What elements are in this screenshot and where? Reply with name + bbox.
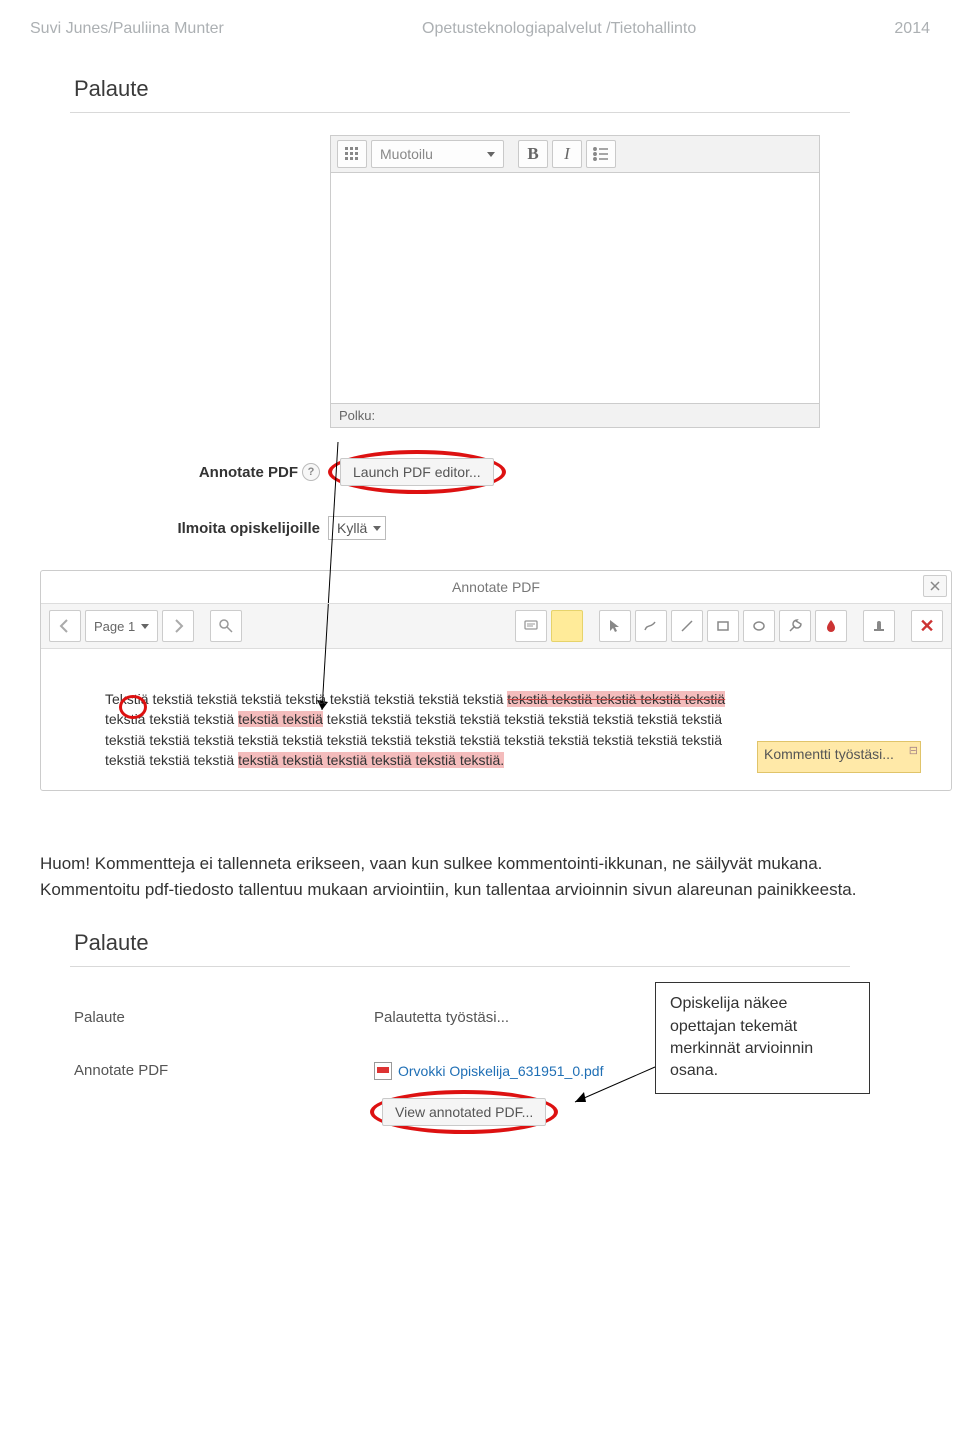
editor-toolbar: Muotoilu B I — [330, 135, 820, 172]
annotate-pdf-label: Annotate PDF — [199, 464, 298, 481]
header-center: Opetusteknologiapalvelut /Tietohallinto — [422, 20, 696, 38]
pdf-icon — [374, 1062, 392, 1080]
launch-pdf-editor-button[interactable]: Launch PDF editor... — [340, 458, 494, 486]
text-segment: tekstiä tekstiä tekstiä tekstiä tekstiä … — [327, 711, 722, 727]
prev-page-button[interactable] — [49, 610, 81, 642]
pdf-toolbar: Page 1 — [41, 604, 951, 649]
line-icon — [679, 618, 695, 634]
chevron-down-icon — [487, 152, 495, 157]
comment-tool-button[interactable] — [515, 610, 547, 642]
highlight-tool-button[interactable] — [551, 610, 583, 642]
page-label: Page 1 — [94, 619, 135, 634]
pen-icon — [643, 618, 659, 634]
page-header: Suvi Junes/Pauliina Munter Opetusteknolo… — [30, 20, 930, 38]
header-left: Suvi Junes/Pauliina Munter — [30, 20, 224, 38]
comment-annotation[interactable]: ⊟ Kommentti työstäsi... — [757, 741, 921, 773]
highlight-line-tool-button[interactable] — [779, 610, 811, 642]
grid-icon — [345, 147, 359, 161]
next-page-button[interactable] — [162, 610, 194, 642]
feedback-value: Palautetta työstäsi... — [374, 1009, 509, 1026]
delete-annotation-button[interactable]: ✕ — [911, 610, 943, 642]
header-right: 2014 — [894, 20, 930, 38]
comment-close-icon[interactable]: ⊟ — [909, 744, 918, 757]
feedback-panel: Palaute Muotoilu B I — [70, 68, 850, 540]
format-dropdown[interactable]: Muotoilu — [371, 140, 504, 168]
chevron-left-icon — [57, 618, 73, 634]
select-tool-button[interactable] — [599, 610, 631, 642]
wrench-icon — [787, 618, 803, 634]
bold-button[interactable]: B — [518, 140, 548, 168]
annotation-highlight-oval-2: View annotated PDF... — [370, 1090, 558, 1134]
notify-value: Kyllä — [337, 520, 367, 536]
page-select[interactable]: Page 1 — [85, 610, 158, 642]
format-label: Muotoilu — [380, 146, 433, 162]
drop-icon — [823, 618, 839, 634]
chevron-right-icon — [170, 618, 186, 634]
pen-tool-button[interactable] — [635, 610, 667, 642]
view-annotated-pdf-button[interactable]: View annotated PDF... — [382, 1098, 546, 1126]
annotation-circle — [119, 695, 147, 719]
x-icon: ✕ — [919, 616, 934, 637]
annotate-pdf-window: Annotate PDF Page 1 — [40, 570, 952, 791]
callout-arrow — [570, 1062, 660, 1112]
rectangle-icon — [715, 618, 731, 634]
comment-text: Kommentti työstäsi... — [764, 746, 894, 762]
rich-text-editor: Muotoilu B I Polku: — [330, 135, 820, 428]
highlight-annotation: tekstiä tekstiä — [238, 711, 323, 727]
cursor-icon — [607, 618, 623, 634]
italic-button[interactable]: I — [552, 140, 582, 168]
text-segment: tekstiä tekstiä tekstiä — [105, 752, 234, 768]
pdf-window-title: Annotate PDF — [452, 579, 540, 595]
feedback-title-2: Palaute — [70, 922, 850, 967]
stamp-icon — [871, 618, 887, 634]
search-comments-button[interactable] — [210, 610, 242, 642]
annotate-label: Annotate PDF — [74, 1062, 374, 1080]
instruction-text: Huom! Kommentteja ei tallenneta erikseen… — [40, 851, 920, 902]
oval-icon — [751, 618, 767, 634]
annotation-highlight-oval: Launch PDF editor... — [328, 450, 506, 494]
list-icon — [593, 146, 609, 162]
feedback-label: Palaute — [74, 1009, 374, 1026]
text-segment: tekstiä tekstiä tekstiä tekstiä tekstiä … — [152, 691, 503, 707]
line-tool-button[interactable] — [671, 610, 703, 642]
color-tool-button[interactable] — [815, 610, 847, 642]
chevron-down-icon — [141, 624, 149, 629]
notify-row: Ilmoita opiskelijoille Kyllä — [70, 516, 850, 540]
stamp-tool-button[interactable] — [863, 610, 895, 642]
rectangle-tool-button[interactable] — [707, 610, 739, 642]
editor-textarea[interactable] — [330, 172, 820, 404]
callout-text: Opiskelija näkee opettajan tekemät merki… — [670, 995, 813, 1079]
callout-box: Opiskelija näkee opettajan tekemät merki… — [655, 982, 870, 1094]
comment-icon — [523, 618, 539, 634]
close-icon — [930, 581, 940, 591]
bullet-list-button[interactable] — [586, 140, 616, 168]
chevron-down-icon — [373, 526, 381, 531]
help-icon[interactable]: ? — [302, 463, 320, 481]
editor-path: Polku: — [330, 404, 820, 428]
feedback-title: Palaute — [70, 68, 850, 113]
strikethrough-annotation: tekstiä tekstiä tekstiä tekstiä tekstiä — [507, 691, 725, 707]
pdf-page[interactable]: Tekstiä tekstiä tekstiä tekstiä tekstiä … — [41, 649, 951, 790]
show-more-buttons[interactable] — [337, 140, 367, 168]
highlight-annotation: tekstiä tekstiä tekstiä tekstiä tekstiä … — [238, 752, 504, 768]
close-button[interactable] — [923, 575, 947, 597]
oval-tool-button[interactable] — [743, 610, 775, 642]
text-segment: tekstiä tekstiä tekstiä tekstiä tekstiä … — [105, 732, 722, 748]
search-icon — [218, 618, 234, 634]
feedback-readonly-panel: Palaute Palaute Palautetta työstäsi... A… — [70, 922, 850, 1134]
notify-label: Ilmoita opiskelijoille — [177, 520, 320, 537]
annotate-pdf-row: Annotate PDF ? Launch PDF editor... — [70, 450, 850, 494]
